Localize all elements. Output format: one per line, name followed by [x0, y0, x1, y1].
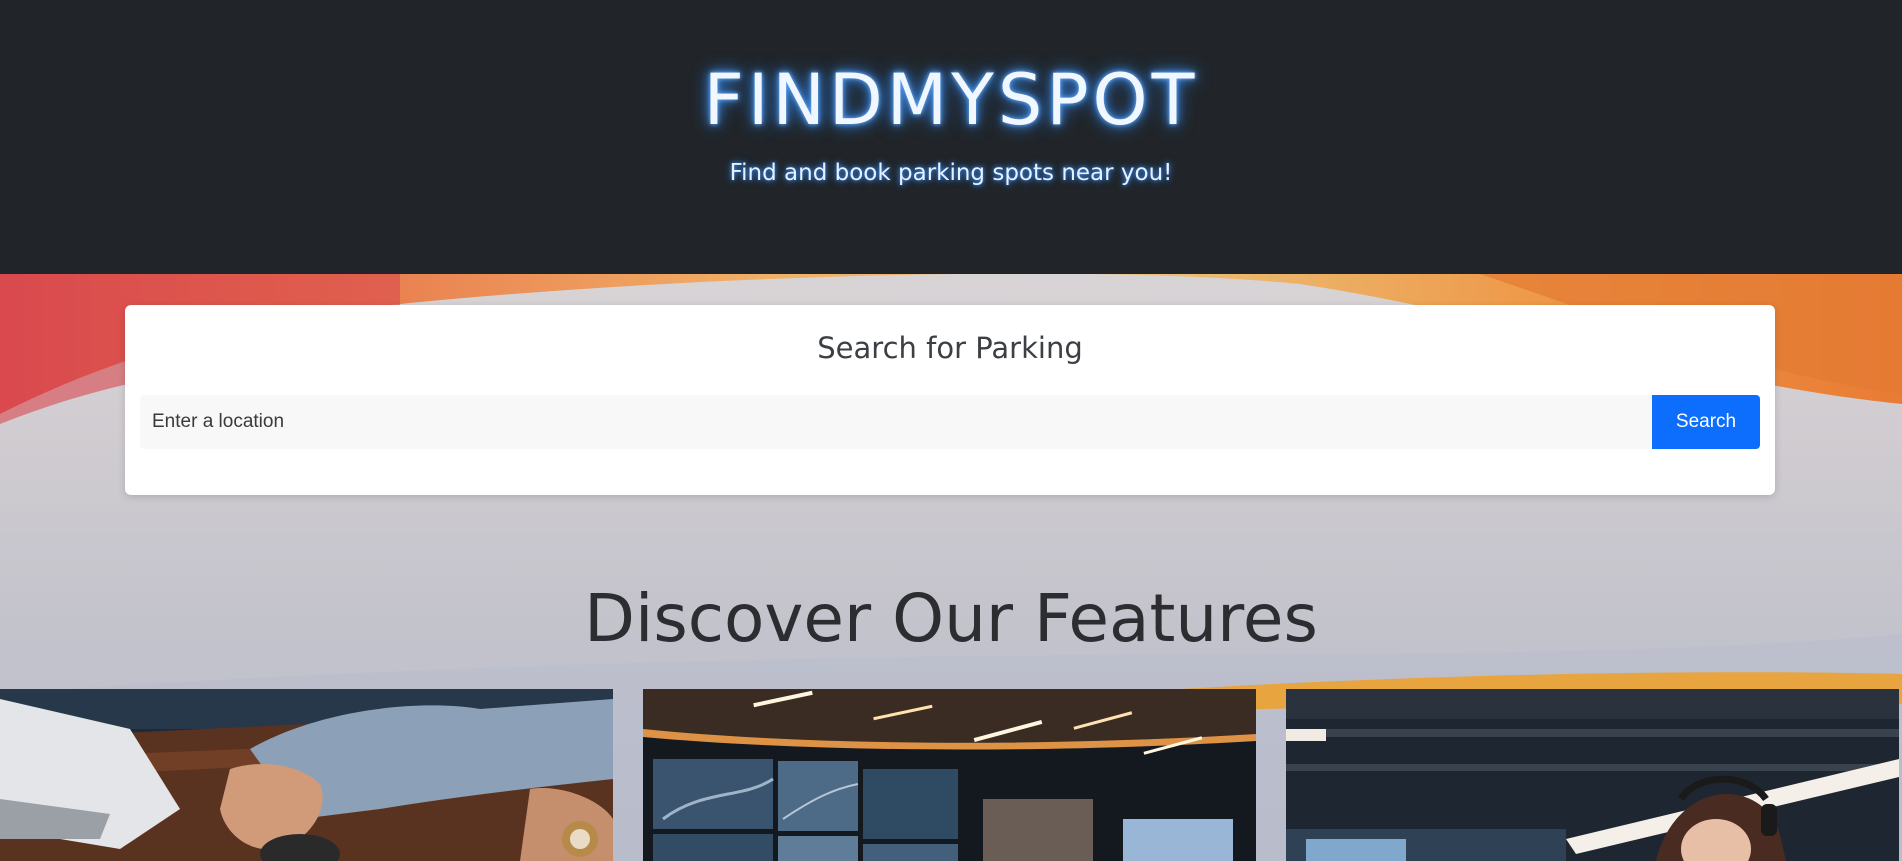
- support-agent-headset-photo: [1286, 689, 1899, 861]
- site-title: FINDMYSPOT: [703, 59, 1199, 141]
- location-input[interactable]: [140, 395, 1652, 449]
- feature-card-support[interactable]: [1286, 689, 1899, 861]
- control-room-monitors-photo: [643, 689, 1256, 861]
- search-card: Search for Parking Search: [125, 305, 1775, 495]
- search-button[interactable]: Search: [1652, 395, 1760, 449]
- features-heading: Discover Our Features: [584, 580, 1318, 657]
- hero-header: FINDMYSPOT Find and book parking spots n…: [0, 0, 1902, 274]
- feature-card-laptop[interactable]: [0, 689, 613, 861]
- site-tagline: Find and book parking spots near you!: [729, 160, 1173, 186]
- feature-card-monitoring[interactable]: [643, 689, 1256, 861]
- search-title: Search for Parking: [817, 331, 1083, 365]
- person-using-laptop-photo: [0, 689, 613, 861]
